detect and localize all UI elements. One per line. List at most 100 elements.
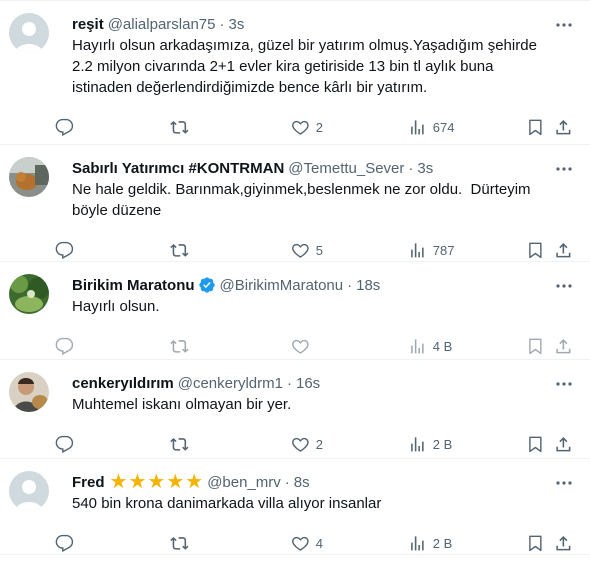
like-button[interactable]: 2 [291, 433, 323, 455]
tweet[interactable]: Fred ★ ★ ★ ★ ★ @ben_mrv · 8s 540 bin kro… [0, 459, 590, 555]
user-handle[interactable]: @ben_mrv [207, 474, 281, 491]
share-button[interactable] [554, 239, 573, 261]
views-button[interactable]: 787 [408, 239, 454, 261]
heart-icon [292, 120, 309, 135]
views-button[interactable]: 4 B [408, 335, 452, 357]
reply-button[interactable] [55, 239, 74, 261]
tweet-text: Ne hale geldik. Barınmak,giyinmek,beslen… [72, 181, 535, 219]
user-handle[interactable]: @alialparslan75 [108, 16, 216, 33]
reply-button[interactable] [55, 335, 74, 357]
view-count: 2 B [432, 535, 453, 551]
user-handle[interactable]: @BirikimMaratonu [220, 277, 344, 294]
like-button[interactable]: 2 [291, 116, 323, 138]
reply-icon [55, 534, 74, 552]
tweet-text: Muhtemel iskanı olmayan bir yer. [72, 396, 292, 413]
view-count: 2 B [432, 436, 453, 452]
display-name[interactable]: Fred [72, 474, 105, 491]
like-button[interactable]: 5 [291, 239, 323, 261]
bookmark-button[interactable] [526, 335, 545, 357]
reply-button[interactable] [55, 116, 74, 138]
more-options-icon[interactable] [554, 15, 574, 35]
retweet-button[interactable] [170, 116, 189, 138]
analytics-icon [411, 119, 424, 135]
like-count: 5 [315, 242, 323, 258]
like-count: 2 [315, 436, 323, 452]
reply-button[interactable] [55, 433, 74, 455]
analytics-icon [411, 535, 424, 551]
bookmark-icon [529, 242, 542, 258]
more-options-icon[interactable] [554, 159, 574, 179]
bookmark-button[interactable] [526, 433, 545, 455]
timestamp[interactable]: 3s [417, 160, 433, 177]
separator-dot: · [347, 276, 353, 294]
retweet-button[interactable] [170, 335, 189, 357]
tweet[interactable]: Sabırlı Yatırımcı #KONTRMAN @Temettu_Sev… [0, 145, 590, 262]
display-name[interactable]: reşit [72, 16, 104, 33]
view-count: 674 [432, 119, 455, 135]
retweet-button[interactable] [170, 433, 189, 455]
like-count: 2 [315, 119, 323, 135]
bookmark-button[interactable] [526, 239, 545, 261]
avatar[interactable] [9, 471, 49, 511]
reply-icon [55, 435, 74, 453]
retweet-button[interactable] [170, 239, 189, 261]
display-name[interactable]: cenkeryıldırım [72, 375, 174, 392]
avatar[interactable] [9, 13, 49, 53]
heart-icon [292, 437, 309, 452]
more-options-icon[interactable] [554, 276, 574, 296]
share-icon [556, 242, 571, 258]
share-button[interactable] [554, 116, 573, 138]
views-button[interactable]: 674 [408, 116, 454, 138]
share-icon [556, 436, 571, 452]
like-button[interactable] [291, 335, 310, 357]
share-icon [556, 338, 571, 354]
display-name[interactable]: Birikim Maratonu [72, 277, 195, 294]
tweet-header: cenkeryıldırım @cenkeryldrm1 · 16s [72, 372, 574, 394]
reply-icon [55, 241, 74, 259]
star-icon: ★ [147, 471, 166, 493]
avatar[interactable] [9, 157, 49, 197]
timestamp[interactable]: 16s [296, 375, 320, 392]
timestamp[interactable]: 18s [356, 277, 380, 294]
share-button[interactable] [554, 433, 573, 455]
more-options-icon[interactable] [554, 473, 574, 493]
retweet-icon [170, 339, 189, 353]
share-icon [556, 535, 571, 551]
bookmark-button[interactable] [526, 116, 545, 138]
tweet-header: Birikim Maratonu @BirikimMaratonu · 18s [72, 274, 574, 296]
action-bar: 2 674 [55, 106, 574, 150]
user-handle[interactable]: @Temettu_Sever [288, 160, 404, 177]
reply-icon [55, 118, 74, 136]
tweet[interactable]: Birikim Maratonu @BirikimMaratonu · 18s … [0, 262, 590, 360]
views-button[interactable]: 2 B [408, 433, 452, 455]
more-options-icon[interactable] [554, 374, 574, 394]
tweet[interactable]: reşit @alialparslan75 · 3s Hayırlı olsun… [0, 1, 590, 145]
retweet-icon [170, 536, 189, 550]
tweet[interactable]: cenkeryıldırım @cenkeryldrm1 · 16s Muhte… [0, 360, 590, 459]
share-button[interactable] [554, 335, 573, 357]
user-handle[interactable]: @cenkeryldrm1 [178, 375, 283, 392]
timestamp[interactable]: 8s [294, 474, 310, 491]
separator-dot: · [219, 15, 225, 33]
view-count: 787 [432, 242, 455, 258]
share-button[interactable] [554, 532, 573, 554]
heart-icon [292, 536, 309, 551]
separator-dot: · [408, 159, 414, 177]
tweet-text: 540 bin krona danimarkada villa alıyor i… [72, 495, 382, 512]
timestamp[interactable]: 3s [228, 16, 244, 33]
tweet-text: Hayırlı olsun arkadaşımıza, güzel bir ya… [72, 37, 542, 96]
separator-dot: · [284, 473, 290, 491]
reply-button[interactable] [55, 532, 74, 554]
tweet-header: reşit @alialparslan75 · 3s [72, 13, 574, 35]
avatar[interactable] [9, 372, 49, 412]
views-button[interactable]: 2 B [408, 532, 452, 554]
display-name[interactable]: Sabırlı Yatırımcı #KONTRMAN [72, 160, 284, 177]
like-count: 4 [315, 535, 323, 551]
avatar[interactable] [9, 274, 49, 314]
bookmark-button[interactable] [526, 532, 545, 554]
like-button[interactable]: 4 [291, 532, 323, 554]
verified-badge-icon [198, 276, 216, 294]
star-rating-icon: ★ ★ ★ ★ ★ [110, 472, 204, 492]
retweet-button[interactable] [170, 532, 189, 554]
star-icon: ★ [128, 471, 147, 493]
